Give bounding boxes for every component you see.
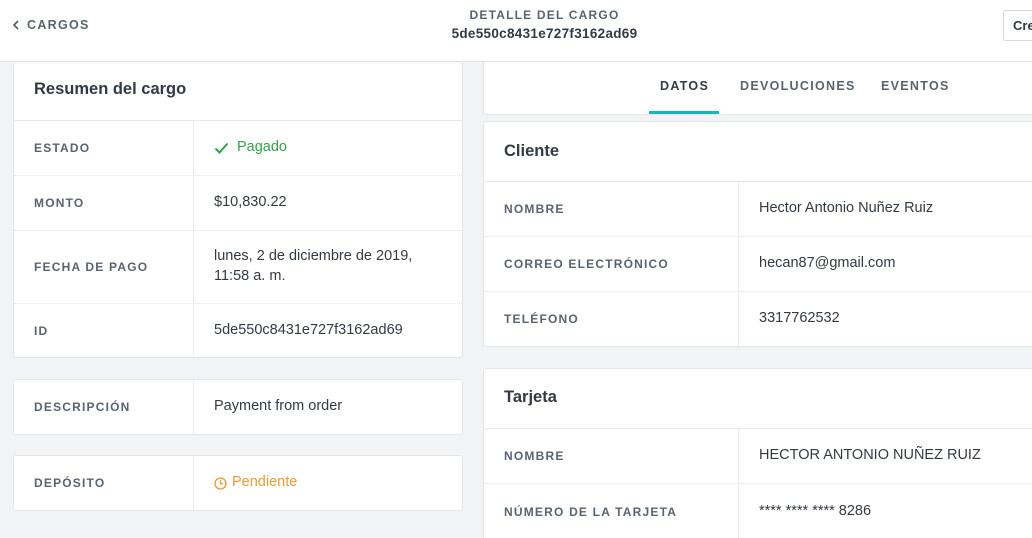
summary-title: Resumen del cargo <box>14 63 462 121</box>
deposit-status-text: Pendiente <box>232 474 298 491</box>
deposit-row: DEPÓSITO Pendiente <box>14 456 462 510</box>
card-number-label: NÚMERO DE LA TARJETA <box>484 484 739 538</box>
client-name-label: NOMBRE <box>484 182 739 236</box>
charge-id-title: 5de550c8431e727f3162ad69 <box>451 26 638 41</box>
payment-card-title: Tarjeta <box>484 369 1032 429</box>
client-row-phone: TELÉFONO 3317762532 <box>484 292 1032 346</box>
create-button[interactable]: Cre <box>1003 10 1032 41</box>
client-email-value: hecan87@gmail.com <box>759 255 896 272</box>
summary-row-id: ID 5de550c8431e727f3162ad69 <box>14 304 462 358</box>
deposit-card: DEPÓSITO Pendiente <box>13 455 463 511</box>
client-row-email: CORREO ELECTRÓNICO hecan87@gmail.com <box>484 237 1032 292</box>
id-value: 5de550c8431e727f3162ad69 <box>214 322 403 339</box>
card-number-value: **** **** **** 8286 <box>759 502 872 519</box>
deposit-value: Pendiente <box>194 456 297 510</box>
charge-summary-card: Resumen del cargo ESTADO Pagado MONTO $1… <box>13 63 463 358</box>
client-card: Cliente NOMBRE Hector Antonio Nuñez Ruiz… <box>483 121 1032 347</box>
card-name-value: HECTOR ANTONIO NUÑEZ RUIZ <box>759 447 981 464</box>
card-name-label: NOMBRE <box>484 429 739 483</box>
client-phone-value: 3317762532 <box>759 310 840 327</box>
description-label: DESCRIPCIÓN <box>14 380 194 434</box>
summary-row-amount: MONTO $10,830.22 <box>14 176 462 231</box>
amount-value: $10,830.22 <box>214 194 287 211</box>
page-supertitle: DETALLE DEL CARGO <box>469 8 620 22</box>
card-row-number: NÚMERO DE LA TARJETA **** **** **** 8286 <box>484 484 1032 538</box>
detail-tabs: DATOS DEVOLUCIONES EVENTOS <box>483 62 1032 115</box>
tab-devoluciones[interactable]: DEVOLUCIONES <box>740 79 856 93</box>
client-row-name: NOMBRE Hector Antonio Nuñez Ruiz <box>484 182 1032 237</box>
description-row: DESCRIPCIÓN Payment from order <box>14 380 462 434</box>
tab-datos[interactable]: DATOS <box>660 79 709 93</box>
payment-card-card: Tarjeta NOMBRE HECTOR ANTONIO NUÑEZ RUIZ… <box>483 368 1032 538</box>
client-name-value: Hector Antonio Nuñez Ruiz <box>759 200 934 217</box>
client-phone-label: TELÉFONO <box>484 292 739 346</box>
status-label: ESTADO <box>14 121 194 175</box>
deposit-label: DEPÓSITO <box>14 456 194 510</box>
status-text: Pagado <box>237 139 287 156</box>
id-label: ID <box>14 304 194 358</box>
active-tab-indicator <box>649 111 719 114</box>
description-value: Payment from order <box>214 398 343 415</box>
client-email-label: CORREO ELECTRÓNICO <box>484 237 739 291</box>
tab-eventos[interactable]: EVENTOS <box>881 79 950 93</box>
payment-date-label: FECHA DE PAGO <box>14 231 194 303</box>
description-card: DESCRIPCIÓN Payment from order <box>13 379 463 435</box>
top-bar: CARGOS DETALLE DEL CARGO 5de550c8431e727… <box>0 0 1032 62</box>
summary-row-status: ESTADO Pagado <box>14 121 462 176</box>
amount-label: MONTO <box>14 176 194 230</box>
page-title: DETALLE DEL CARGO 5de550c8431e727f3162ad… <box>0 8 1032 41</box>
status-value: Pagado <box>194 121 287 175</box>
payment-date-value: lunes, 2 de diciembre de 2019, 11:58 a. … <box>214 248 413 284</box>
summary-row-payment-date: FECHA DE PAGO lunes, 2 de diciembre de 2… <box>14 231 462 304</box>
card-row-name: NOMBRE HECTOR ANTONIO NUÑEZ RUIZ <box>484 429 1032 484</box>
clock-icon <box>214 476 227 490</box>
check-icon <box>214 142 229 154</box>
client-title: Cliente <box>484 122 1032 182</box>
